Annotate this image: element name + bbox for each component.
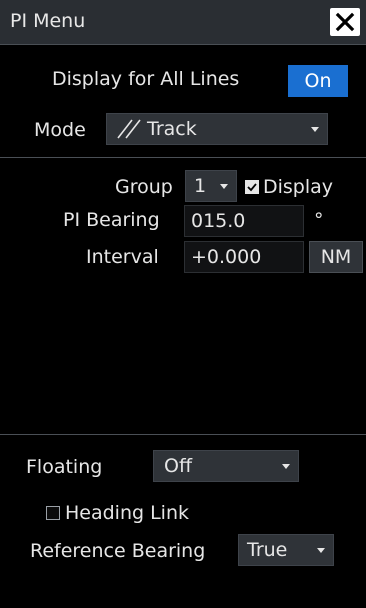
chevron-down-icon <box>317 548 325 553</box>
display-all-lines-toggle[interactable]: On <box>288 65 348 97</box>
group-label: Group <box>115 176 173 198</box>
interval-label: Interval <box>86 246 159 268</box>
reference-bearing-value: True <box>247 539 288 561</box>
pi-bearing-label: PI Bearing <box>63 209 160 231</box>
close-button[interactable] <box>330 8 360 36</box>
divider <box>0 157 366 158</box>
divider <box>0 434 366 435</box>
heading-link-checkbox[interactable]: Heading Link <box>46 502 189 524</box>
display-checkbox[interactable]: Display <box>245 176 333 198</box>
close-icon <box>335 12 355 32</box>
group-select[interactable]: 1 <box>185 170 237 202</box>
reference-bearing-select[interactable]: True <box>238 534 334 566</box>
checkbox-unchecked-icon <box>46 506 60 520</box>
interval-unit-button[interactable]: NM <box>309 241 363 273</box>
interval-input[interactable]: +0.000 <box>184 241 304 273</box>
window-title: PI Menu <box>10 10 86 32</box>
heading-link-label: Heading Link <box>65 502 190 524</box>
parallel-lines-icon <box>117 119 141 139</box>
reference-bearing-label: Reference Bearing <box>30 540 206 562</box>
chevron-down-icon <box>220 184 228 189</box>
checkbox-checked-icon <box>245 180 259 194</box>
pi-menu-window: PI Menu Display for All Lines On Mode Tr… <box>0 0 366 608</box>
mode-select[interactable]: Track <box>106 113 328 145</box>
mode-label: Mode <box>34 119 86 141</box>
display-all-lines-label: Display for All Lines <box>52 68 240 90</box>
floating-value: Off <box>164 455 193 477</box>
degree-unit-label: ° <box>314 209 324 231</box>
chevron-down-icon <box>311 127 319 132</box>
floating-label: Floating <box>26 456 103 478</box>
group-value: 1 <box>194 175 207 197</box>
floating-select[interactable]: Off <box>153 450 299 482</box>
mode-value: Track <box>147 118 197 140</box>
title-bar: PI Menu <box>0 0 366 45</box>
display-label: Display <box>263 176 334 198</box>
pi-bearing-input[interactable]: 015.0 <box>184 205 304 237</box>
chevron-down-icon <box>282 464 290 469</box>
